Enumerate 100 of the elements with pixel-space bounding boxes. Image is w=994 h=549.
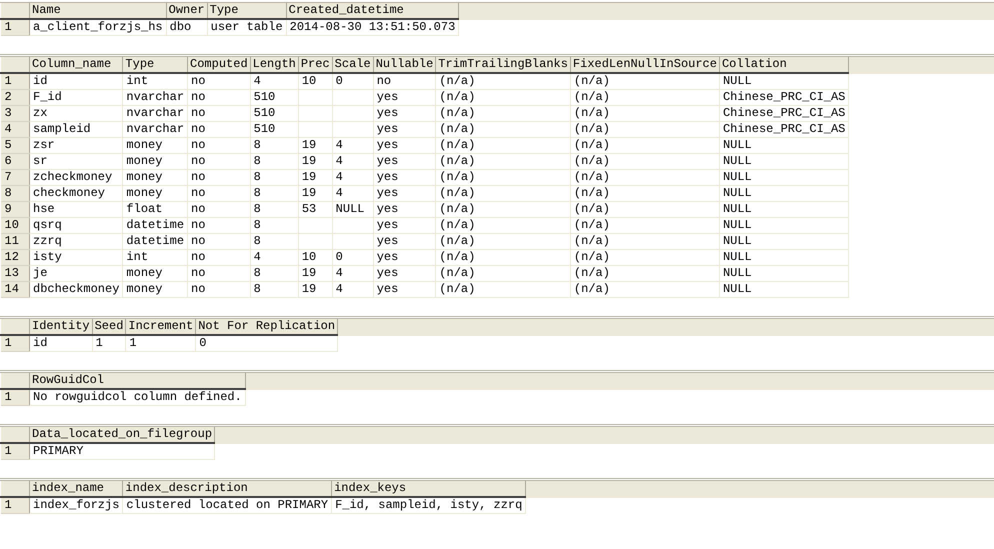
- table-cell: nvarchar: [122, 106, 188, 122]
- table-cell: yes: [373, 186, 436, 202]
- row-number[interactable]: 14: [0, 282, 30, 298]
- column-header[interactable]: Owner: [166, 3, 208, 19]
- table-cell: int: [122, 250, 188, 266]
- table-cell: NULL: [719, 73, 849, 90]
- column-header[interactable]: Not For Replication: [196, 319, 338, 335]
- column-header[interactable]: Column_name: [30, 57, 123, 73]
- table-cell: (n/a): [436, 73, 570, 90]
- table-cell: money: [122, 170, 188, 186]
- table-cell: 8: [250, 154, 298, 170]
- table-cell: 4: [332, 154, 374, 170]
- table-cell: zzrq: [30, 234, 123, 250]
- column-header[interactable]: Seed: [92, 319, 126, 335]
- table-cell: 10: [298, 73, 332, 90]
- column-header[interactable]: Increment: [126, 319, 196, 335]
- table-cell: no: [188, 282, 250, 298]
- table-cell: no: [188, 122, 250, 138]
- table-cell: NULL: [719, 266, 849, 282]
- table-cell: NULL: [719, 282, 849, 298]
- row-number[interactable]: 10: [0, 218, 30, 234]
- table-cell: je: [30, 266, 123, 282]
- table-cell: 1: [92, 335, 126, 352]
- column-header[interactable]: Collation: [719, 57, 849, 73]
- table-cell: NULL: [719, 138, 849, 154]
- table-cell: no: [188, 170, 250, 186]
- table-cell: (n/a): [570, 186, 720, 202]
- row-number[interactable]: 1: [0, 389, 30, 406]
- column-header[interactable]: Type: [207, 3, 286, 19]
- row-number[interactable]: 6: [0, 154, 30, 170]
- column-header[interactable]: Scale: [332, 57, 374, 73]
- table-cell: 8: [250, 202, 298, 218]
- row-number[interactable]: 1: [0, 73, 30, 90]
- table-cell: 10: [298, 250, 332, 266]
- table-cell: Chinese_PRC_CI_AS: [719, 122, 849, 138]
- row-number[interactable]: 11: [0, 234, 30, 250]
- table-cell: 4: [332, 282, 374, 298]
- column-header[interactable]: FixedLenNullInSource: [570, 57, 720, 73]
- table-cell: index_forzjs: [30, 497, 123, 514]
- table-cell: 4: [332, 186, 374, 202]
- table-cell: float: [122, 202, 188, 218]
- table-cell: (n/a): [436, 154, 570, 170]
- table-cell: 19: [298, 266, 332, 282]
- column-header[interactable]: index_description: [122, 481, 332, 497]
- table-cell: money: [122, 138, 188, 154]
- table-cell: int: [122, 73, 188, 90]
- table-cell: (n/a): [570, 106, 720, 122]
- table-cell: NULL: [719, 186, 849, 202]
- table-cell: NULL: [719, 218, 849, 234]
- column-header[interactable]: TrimTrailingBlanks: [436, 57, 570, 73]
- table-cell: No rowguidcol column defined.: [30, 389, 246, 406]
- column-header[interactable]: RowGuidCol: [30, 373, 246, 389]
- table-cell: sr: [30, 154, 123, 170]
- table-cell: (n/a): [436, 234, 570, 250]
- row-number[interactable]: 5: [0, 138, 30, 154]
- row-number[interactable]: 1: [0, 443, 30, 460]
- column-header[interactable]: Identity: [30, 319, 92, 335]
- row-number[interactable]: 1: [0, 335, 30, 352]
- column-header[interactable]: Name: [30, 3, 166, 19]
- column-header[interactable]: Prec: [298, 57, 332, 73]
- table-cell: 19: [298, 138, 332, 154]
- table-cell: (n/a): [570, 122, 720, 138]
- row-number[interactable]: 12: [0, 250, 30, 266]
- table-cell: no: [188, 218, 250, 234]
- table-cell: yes: [373, 170, 436, 186]
- column-header[interactable]: Data_located_on_filegroup: [30, 427, 215, 443]
- table-cell: no: [188, 138, 250, 154]
- table-cell: dbcheckmoney: [30, 282, 123, 298]
- table-cell: (n/a): [436, 266, 570, 282]
- table-cell: 0: [332, 250, 374, 266]
- column-header[interactable]: Computed: [188, 57, 250, 73]
- table-cell: (n/a): [570, 138, 720, 154]
- column-header[interactable]: Type: [122, 57, 188, 73]
- column-header[interactable]: index_keys: [332, 481, 526, 497]
- table-cell: NULL: [719, 202, 849, 218]
- row-number[interactable]: 13: [0, 266, 30, 282]
- table-cell: 4: [332, 266, 374, 282]
- row-number[interactable]: 7: [0, 170, 30, 186]
- table-cell: 4: [332, 170, 374, 186]
- table-cell: NULL: [719, 234, 849, 250]
- table-cell: (n/a): [436, 250, 570, 266]
- table-cell: yes: [373, 234, 436, 250]
- table-cell: no: [188, 186, 250, 202]
- column-header[interactable]: Nullable: [373, 57, 436, 73]
- column-header[interactable]: Created_datetime: [286, 3, 459, 19]
- table-cell: NULL: [719, 154, 849, 170]
- table-cell: (n/a): [436, 282, 570, 298]
- row-number[interactable]: 9: [0, 202, 30, 218]
- row-number[interactable]: 3: [0, 106, 30, 122]
- row-number[interactable]: 8: [0, 186, 30, 202]
- table-cell: 1: [126, 335, 196, 352]
- table-cell: no: [188, 90, 250, 106]
- table-cell: NULL: [719, 250, 849, 266]
- row-number[interactable]: 2: [0, 90, 30, 106]
- row-number[interactable]: 4: [0, 122, 30, 138]
- column-header[interactable]: index_name: [30, 481, 123, 497]
- column-header[interactable]: Length: [250, 57, 298, 73]
- table-cell: 4: [250, 73, 298, 90]
- row-number[interactable]: 1: [0, 497, 30, 514]
- row-number[interactable]: 1: [0, 19, 30, 36]
